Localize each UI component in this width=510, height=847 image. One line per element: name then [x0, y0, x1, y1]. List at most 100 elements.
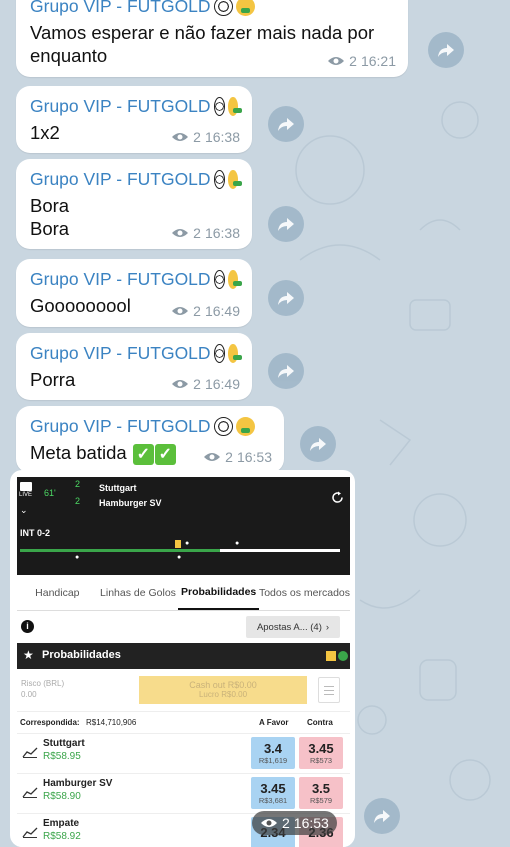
odds-value: 3.4: [263, 740, 283, 756]
message-bubble[interactable]: Grupo VIP - FUTGOLD Bora Bora 2 16:38: [16, 159, 252, 249]
message-time: 16:49: [204, 303, 240, 319]
message-time: 16:38: [204, 129, 240, 145]
message-bubble[interactable]: Grupo VIP - FUTGOLD Meta batida ✓ ✓ 2 16:…: [16, 406, 284, 473]
message-time: 16:21: [360, 53, 396, 69]
chevron-right-icon: ›: [325, 621, 330, 633]
info-icon[interactable]: i: [21, 620, 34, 633]
contra-header: Contra: [307, 718, 333, 727]
message-time: 16:53: [293, 815, 329, 831]
message-meta: 2 16:21: [327, 53, 396, 69]
chart-icon[interactable]: [22, 786, 38, 798]
betting-screenshot[interactable]: LIVE ⌄ 61' 2 2 Stuttgart Hamburger SV IN…: [17, 477, 350, 847]
view-count: 2: [193, 376, 201, 392]
message-time: 16:53: [236, 449, 272, 465]
odds-stake: R$573: [309, 755, 333, 765]
message-text-content: Meta batida: [30, 442, 127, 463]
forward-button[interactable]: [268, 106, 304, 142]
message-time: 16:49: [204, 376, 240, 392]
eye-icon: [172, 380, 189, 388]
odds-value: 3.45: [260, 780, 286, 796]
cashout-icon: [326, 651, 336, 661]
sender-name[interactable]: Grupo VIP - FUTGOLD: [30, 0, 394, 17]
forward-button[interactable]: [268, 206, 304, 242]
sliders-icon[interactable]: [318, 677, 340, 703]
score-away: 2: [75, 496, 81, 506]
timeline-progress: [20, 549, 220, 552]
view-count: 2: [193, 225, 201, 241]
money-mouth-face-emoji: [227, 170, 243, 189]
forward-button[interactable]: [268, 353, 304, 389]
sender-name[interactable]: Grupo VIP - FUTGOLD: [30, 416, 270, 437]
soccer-ball-emoji: [213, 270, 225, 289]
soccer-ball-emoji: [213, 170, 225, 189]
cashout-button[interactable]: Cash out R$0.00 Lucro R$0.00: [139, 676, 307, 704]
back-odds-button[interactable]: 3.45 R$3,681: [251, 777, 295, 809]
score-home: 2: [75, 479, 81, 489]
eye-icon: [261, 819, 277, 827]
lay-odds-button[interactable]: 3.5 R$579: [299, 777, 343, 809]
chevron-down-icon[interactable]: ⌄: [20, 505, 28, 516]
tab-todos-os-mercados[interactable]: Todos os mercados: [259, 575, 350, 610]
message-bubble[interactable]: Grupo VIP - FUTGOLD Gooooooool 2 16:49: [16, 259, 252, 327]
forward-share-icon: [278, 218, 294, 231]
view-count: 2: [225, 449, 233, 465]
message-bubble[interactable]: Grupo VIP - FUTGOLD Porra 2 16:49: [16, 333, 252, 400]
forward-share-icon: [438, 44, 454, 57]
chart-icon[interactable]: [22, 746, 38, 758]
money-mouth-face-emoji: [227, 97, 243, 116]
message-meta: 2 16:49: [171, 303, 240, 319]
sender-name[interactable]: Grupo VIP - FUTGOLD: [30, 169, 243, 190]
message-meta: 2 16:53: [203, 449, 272, 465]
live-stream-icon: [338, 651, 348, 661]
scoreboard-header: LIVE ⌄ 61' 2 2 Stuttgart Hamburger SV: [17, 477, 350, 526]
message-line: Bora: [30, 195, 70, 216]
selection-row[interactable]: Hamburger SV R$58.90 3.45 R$3,681 3.5 R$57…: [17, 773, 350, 813]
forward-button[interactable]: [364, 798, 400, 834]
video-icon: [20, 482, 32, 491]
back-odds-button[interactable]: 3.4 R$1,619: [251, 737, 295, 769]
eye-icon: [172, 133, 189, 141]
green-check-emoji: ✓: [132, 443, 154, 465]
sender-name[interactable]: Grupo VIP - FUTGOLD: [30, 269, 243, 290]
message-bubble[interactable]: Grupo VIP - FUTGOLD 1x2 2 16:38: [16, 86, 252, 153]
odds-stake: R$1,619: [258, 755, 288, 765]
message-bubble[interactable]: Grupo VIP - FUTGOLD Vamos esperar e não …: [16, 0, 408, 77]
forward-button[interactable]: [300, 426, 336, 462]
soccer-ball-emoji: [213, 417, 233, 436]
soccer-ball-emoji: [213, 344, 225, 363]
matched-value: R$14,710,906: [86, 718, 137, 727]
tab-linhas-de-golos[interactable]: Linhas de Golos: [98, 575, 179, 610]
section-header: ★ Probabilidades: [17, 643, 350, 669]
soccer-ball-emoji: [213, 97, 225, 116]
selection-row[interactable]: Stuttgart R$58.95 3.4 R$1,619 3.45 R$573: [17, 733, 350, 773]
apostas-abertas-button[interactable]: Apostas A... (4) ›: [246, 616, 340, 638]
green-check-emoji: ✓: [154, 443, 176, 465]
lucro-text: Lucro R$0.00: [198, 690, 248, 699]
money-mouth-face-emoji: [227, 344, 243, 363]
sender-name[interactable]: Grupo VIP - FUTGOLD: [30, 96, 243, 117]
sender-name[interactable]: Grupo VIP - FUTGOLD: [30, 343, 243, 364]
tab-probabilidades[interactable]: Probabilidades: [178, 575, 259, 610]
refresh-icon[interactable]: [331, 491, 344, 504]
odds-value: 3.45: [308, 740, 334, 756]
interval-score: INT 0-2: [20, 528, 51, 538]
photo-message[interactable]: LIVE ⌄ 61' 2 2 Stuttgart Hamburger SV IN…: [10, 470, 355, 847]
selection-value: R$58.90: [43, 791, 81, 802]
view-count: 2: [282, 815, 290, 831]
chart-icon[interactable]: [22, 826, 38, 838]
section-title: Probabilidades: [42, 649, 121, 661]
cashout-row: Risco (BRL) 0.00 Cash out R$0.00 Lucro R…: [17, 669, 350, 711]
forward-share-icon: [278, 292, 294, 305]
risk-label: Risco (BRL): [21, 679, 65, 688]
message-meta: 2 16:49: [171, 376, 240, 392]
info-row: i Apostas A... (4) ›: [17, 611, 350, 643]
live-label: LIVE: [19, 492, 33, 498]
tab-handicap[interactable]: Handicap: [17, 575, 98, 610]
selection-name: Stuttgart: [43, 738, 85, 749]
goal-ball-icon: ●: [185, 540, 190, 547]
lay-odds-button[interactable]: 3.45 R$573: [299, 737, 343, 769]
forward-button[interactable]: [268, 280, 304, 316]
match-minute: 61': [44, 488, 56, 498]
star-icon[interactable]: ★: [23, 648, 34, 662]
forward-button[interactable]: [428, 32, 464, 68]
